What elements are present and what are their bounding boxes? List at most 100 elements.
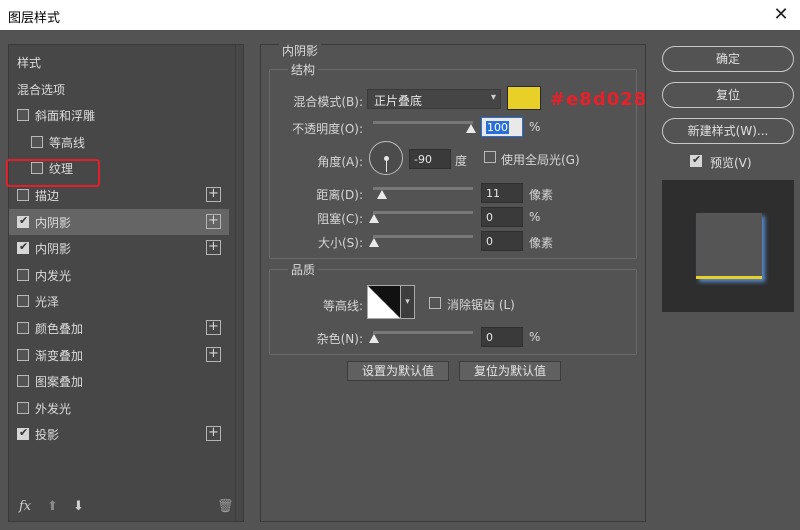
contour-dropdown-icon[interactable]: ▾ — [401, 285, 415, 319]
sidebar-item-checkbox[interactable] — [17, 216, 29, 228]
global-light-checkbox[interactable] — [484, 151, 496, 163]
sidebar-item-label: 投影 — [35, 426, 59, 443]
sidebar-item[interactable]: 内阴影+ — [9, 235, 229, 261]
opacity-input[interactable]: 100 — [481, 117, 523, 137]
opacity-label: 不透明度(O): — [281, 120, 363, 137]
sidebar-item-label: 混合选项 — [17, 81, 65, 98]
antialias-checkbox[interactable] — [429, 297, 441, 309]
sidebar-item-label: 样式 — [17, 54, 41, 71]
distance-slider[interactable] — [373, 187, 473, 190]
sidebar-item-checkbox[interactable] — [31, 136, 43, 148]
color-hex-annotation: #e8d028 — [550, 89, 647, 110]
move-down-icon[interactable]: ⬇ — [73, 499, 84, 514]
style-preview — [662, 180, 794, 312]
move-up-icon[interactable]: ⬆ — [47, 499, 58, 514]
opacity-slider-thumb[interactable] — [466, 124, 476, 133]
angle-input[interactable]: -90 — [409, 149, 451, 169]
sidebar-item[interactable]: 内阴影 + — [9, 209, 229, 235]
noise-unit: % — [529, 330, 540, 344]
sidebar-item-checkbox[interactable] — [17, 109, 29, 121]
sidebar-item-label: 外发光 — [35, 400, 71, 417]
sidebar-item-label: 颜色叠加 — [35, 320, 83, 337]
noise-slider-thumb[interactable] — [369, 334, 379, 343]
chevron-down-icon: ▾ — [491, 92, 496, 103]
angle-unit: 度 — [455, 152, 467, 169]
list-scrollbar-track[interactable] — [235, 45, 236, 521]
sidebar-item-checkbox[interactable] — [17, 295, 29, 307]
sidebar-item-checkbox[interactable] — [17, 402, 29, 414]
new-style-button[interactable]: 新建样式(W)... — [662, 118, 794, 144]
choke-slider-thumb[interactable] — [369, 214, 379, 223]
close-icon[interactable]: ✕ — [770, 4, 792, 26]
noise-input[interactable]: 0 — [481, 327, 523, 347]
add-effect-plus-icon[interactable]: + — [206, 214, 221, 229]
sidebar-item[interactable]: 斜面和浮雕 — [9, 102, 229, 128]
ok-button[interactable]: 确定 — [662, 46, 794, 72]
set-default-button[interactable]: 设置为默认值 — [347, 361, 449, 381]
size-slider[interactable] — [373, 235, 473, 238]
blend-mode-label: 混合模式(B): — [281, 93, 363, 110]
add-effect-plus-icon[interactable]: + — [206, 187, 221, 202]
sidebar-item-label: 渐变叠加 — [35, 347, 83, 364]
sidebar-item-checkbox[interactable] — [17, 322, 29, 334]
sidebar-item-checkbox[interactable] — [17, 189, 29, 201]
opacity-unit: % — [529, 120, 540, 134]
add-effect-plus-icon[interactable]: + — [206, 320, 221, 335]
preview-thumbnail — [696, 213, 762, 279]
sidebar-item-label: 描边 — [35, 187, 59, 204]
sidebar-item-checkbox[interactable] — [17, 242, 29, 254]
sidebar-item[interactable]: 样式 — [9, 49, 229, 75]
distance-slider-thumb[interactable] — [377, 190, 387, 199]
sidebar-item-label: 内阴影 — [35, 214, 71, 231]
add-effect-plus-icon[interactable]: + — [206, 347, 221, 362]
add-effect-plus-icon[interactable]: + — [206, 240, 221, 255]
distance-input[interactable]: 11 — [481, 183, 523, 203]
sidebar-item[interactable]: 内发光 — [9, 262, 229, 288]
sidebar-item[interactable]: 投影 + — [9, 421, 229, 447]
sidebar-item[interactable]: 渐变叠加 + — [9, 342, 229, 368]
contour-preview[interactable] — [367, 285, 401, 319]
sidebar-item[interactable]: 图案叠加 — [9, 368, 229, 394]
sidebar-item[interactable]: 外发光 — [9, 395, 229, 421]
antialias-label: 消除锯齿 (L) — [447, 296, 515, 313]
preview-checkbox[interactable] — [690, 155, 702, 167]
noise-label: 杂色(N): — [281, 330, 363, 347]
choke-label: 阻塞(C): — [281, 210, 363, 227]
reset-default-button[interactable]: 复位为默认值 — [459, 361, 561, 381]
quality-title: 品质 — [288, 261, 318, 278]
choke-input[interactable]: 0 — [481, 207, 523, 227]
sidebar-item[interactable]: 等高线 — [9, 129, 229, 155]
sidebar-item[interactable]: 颜色叠加 + — [9, 315, 229, 341]
styles-list-footer: fx ⬆ ⬇ 🗑 — [9, 493, 235, 521]
window-title: 图层样式 — [8, 7, 60, 26]
sidebar-item-checkbox[interactable] — [17, 428, 29, 440]
sidebar-item-label: 等高线 — [49, 134, 85, 151]
add-effect-plus-icon[interactable]: + — [206, 426, 221, 441]
opacity-slider[interactable] — [373, 121, 473, 124]
title-bar: 图层样式 ✕ — [0, 0, 800, 30]
distance-unit: 像素 — [529, 186, 553, 203]
selected-item-highlight — [6, 159, 100, 187]
shadow-color-swatch[interactable] — [507, 86, 541, 110]
reset-button[interactable]: 复位 — [662, 82, 794, 108]
trash-icon[interactable]: 🗑 — [217, 499, 234, 514]
sidebar-item-checkbox[interactable] — [17, 349, 29, 361]
sidebar-item-label: 光泽 — [35, 293, 59, 310]
section-title: 内阴影 — [279, 42, 321, 59]
size-slider-thumb[interactable] — [369, 238, 379, 247]
sidebar-item[interactable]: 光泽 — [9, 288, 229, 314]
sidebar-item-checkbox[interactable] — [17, 269, 29, 281]
size-input[interactable]: 0 — [481, 231, 523, 251]
contour-label: 等高线: — [281, 297, 363, 314]
distance-label: 距离(D): — [281, 186, 363, 203]
noise-slider[interactable] — [373, 331, 473, 334]
sidebar-item[interactable]: 混合选项 — [9, 76, 229, 102]
structure-title: 结构 — [288, 61, 318, 78]
sidebar-item-checkbox[interactable] — [17, 375, 29, 387]
angle-dial[interactable] — [369, 141, 403, 175]
sidebar-item-label: 内发光 — [35, 267, 71, 284]
blend-mode-select[interactable]: 正片叠底 ▾ — [367, 89, 501, 109]
choke-slider[interactable] — [373, 211, 473, 214]
fx-icon[interactable]: fx — [19, 499, 31, 514]
sidebar-item-label: 图案叠加 — [35, 373, 83, 390]
